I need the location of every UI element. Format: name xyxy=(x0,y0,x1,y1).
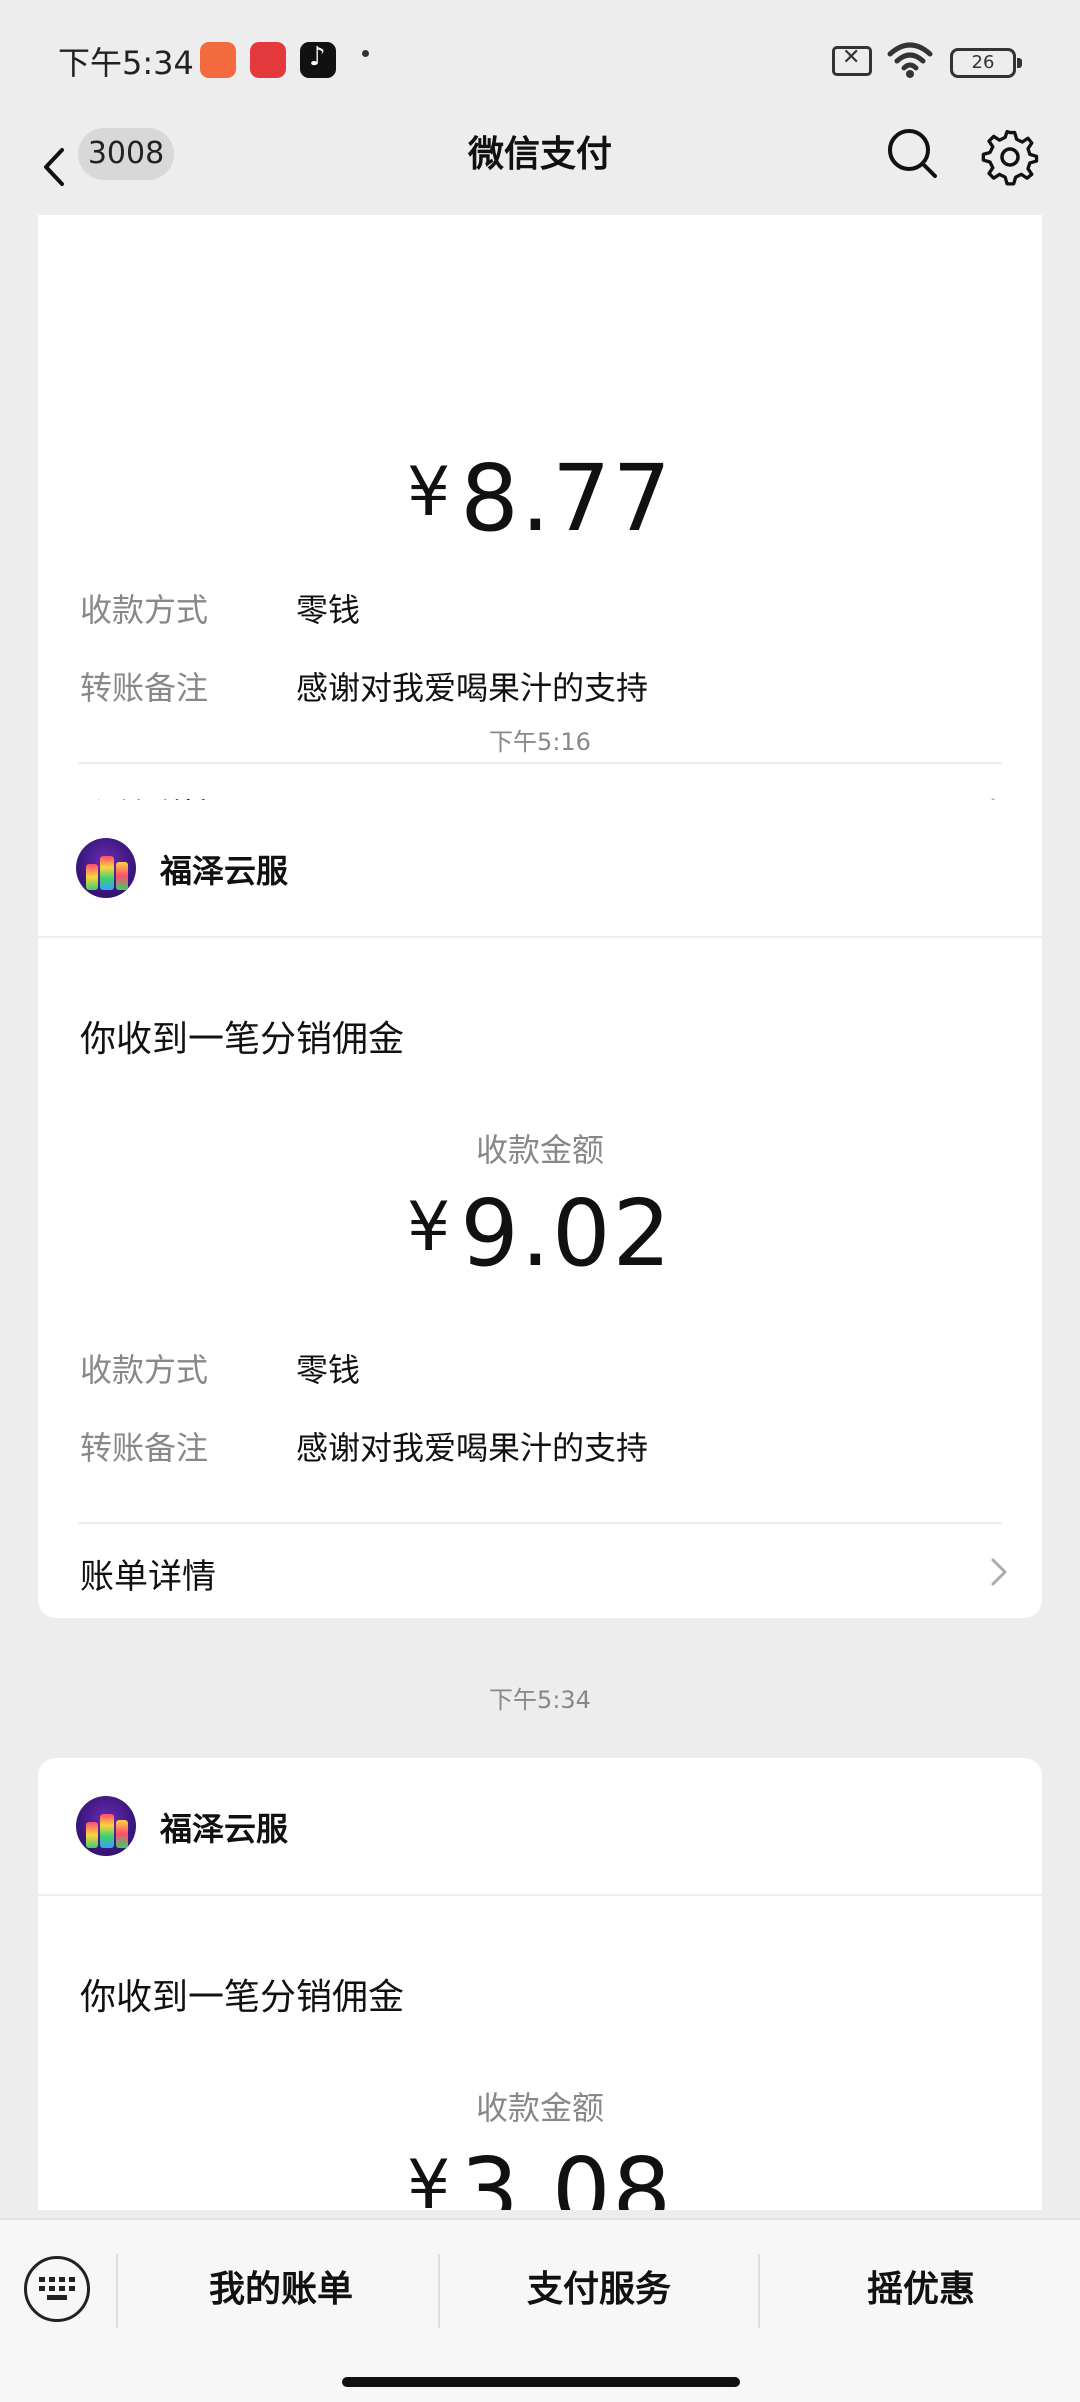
currency-symbol: ¥ xyxy=(406,2146,453,2210)
amount-number: 9.02 xyxy=(460,1180,674,1287)
bill-detail-row[interactable]: 账单详情 xyxy=(38,1525,1042,1618)
merchant-avatar xyxy=(76,838,136,898)
more-notifications-icon xyxy=(362,50,369,57)
currency-symbol: ¥ xyxy=(406,453,453,532)
tab-shake-offers[interactable]: 摇优惠 xyxy=(762,2250,1080,2330)
amount-value: ¥9.02 xyxy=(38,1180,1042,1287)
search-icon[interactable] xyxy=(885,126,941,182)
merchant-header[interactable]: 福泽云服 xyxy=(38,1758,1042,1896)
tab-my-bills[interactable]: 我的账单 xyxy=(122,2250,440,2330)
method-value: 零钱 xyxy=(296,1351,361,1389)
tab-payment-services[interactable]: 支付服务 xyxy=(440,2250,758,2330)
payment-message-card: 福泽云服 你收到一笔分销佣金 收款金额 ¥3.08 xyxy=(38,1758,1042,2210)
home-indicator xyxy=(342,2377,740,2387)
notice-title: 你收到一笔分销佣金 xyxy=(80,1019,405,1060)
nav-bar: 3008 微信支付 xyxy=(0,120,1080,215)
note-value: 感谢对我爱喝果汁的支持 xyxy=(296,1429,649,1467)
divider xyxy=(758,2254,760,2328)
amount-number: 3.08 xyxy=(460,2138,674,2210)
payment-message-card: ¥8.77 收款方式 零钱 转账备注 感谢对我爱喝果汁的支持 账单详情 xyxy=(38,215,1042,859)
bottom-menu-bar: 我的账单 支付服务 摇优惠 xyxy=(0,2218,1080,2402)
wifi-icon xyxy=(887,42,933,78)
merchant-header[interactable]: 福泽云服 xyxy=(38,800,1042,938)
status-time: 下午5:34 xyxy=(58,44,194,82)
gear-icon[interactable] xyxy=(980,126,1040,186)
app-notification-icon xyxy=(250,42,286,78)
amount-value: ¥3.08 xyxy=(38,2138,1042,2210)
tiktok-icon xyxy=(300,42,336,78)
amount-number: 8.77 xyxy=(460,445,674,552)
keyboard-toggle-button[interactable] xyxy=(24,2256,90,2322)
merchant-name: 福泽云服 xyxy=(160,852,289,890)
timestamp: 下午5:34 xyxy=(489,1686,591,1714)
amount-value: ¥8.77 xyxy=(38,445,1042,552)
note-value: 感谢对我爱喝果汁的支持 xyxy=(296,669,649,707)
app-notification-icon xyxy=(200,42,236,78)
merchant-name: 福泽云服 xyxy=(160,1810,289,1848)
method-value: 零钱 xyxy=(296,591,361,629)
divider xyxy=(116,2254,118,2328)
note-label: 转账备注 xyxy=(80,1429,209,1467)
message-list[interactable]: ¥8.77 收款方式 零钱 转账备注 感谢对我爱喝果汁的支持 账单详情 下午5:… xyxy=(0,215,1080,2210)
payment-message-card: 福泽云服 你收到一笔分销佣金 收款金额 ¥9.02 收款方式 零钱 转账备注 感… xyxy=(38,800,1042,1618)
keyboard-icon xyxy=(39,2277,75,2301)
amount-label: 收款金额 xyxy=(475,2089,604,2127)
method-label: 收款方式 xyxy=(80,1351,209,1389)
bill-detail-label: 账单详情 xyxy=(80,1557,216,1597)
currency-symbol: ¥ xyxy=(406,1188,453,1267)
merchant-avatar xyxy=(76,1796,136,1856)
status-bar: 下午5:34 26 xyxy=(0,0,1080,120)
chevron-right-icon xyxy=(991,1558,1007,1586)
no-sim-icon xyxy=(832,45,872,76)
amount-label: 收款金额 xyxy=(475,1131,604,1169)
divider xyxy=(78,762,1002,764)
timestamp: 下午5:16 xyxy=(489,728,591,756)
divider xyxy=(78,1522,1002,1524)
battery-indicator: 26 xyxy=(950,48,1022,78)
note-label: 转账备注 xyxy=(80,669,209,707)
notice-title: 你收到一笔分销佣金 xyxy=(80,1977,405,2018)
method-label: 收款方式 xyxy=(80,591,209,629)
